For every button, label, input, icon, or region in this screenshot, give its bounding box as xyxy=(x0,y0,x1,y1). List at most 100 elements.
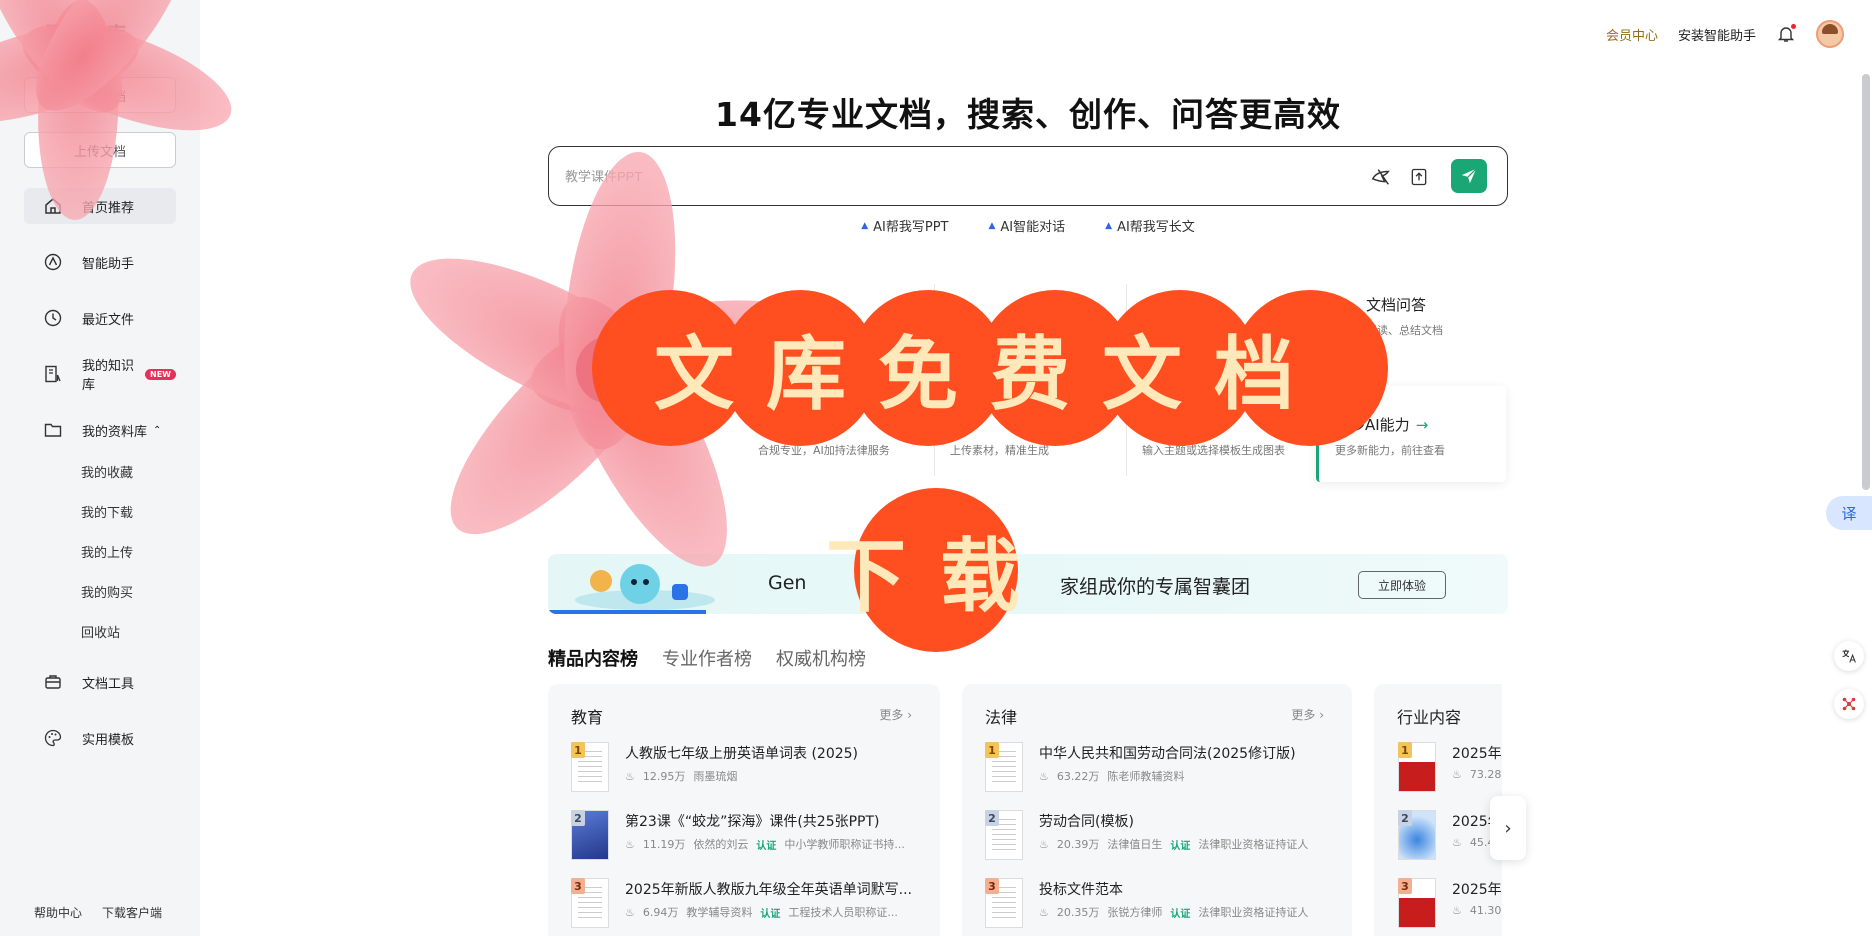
doc-meta: ♨ 20.35万 张锐方律师 认证 法律职业资格证持证人 xyxy=(1039,905,1309,920)
quick-link-longform[interactable]: ▲ AI帮我写长文 xyxy=(1105,216,1195,235)
tab-pro-authors[interactable]: 专业作者榜 xyxy=(662,645,752,671)
ranking-card-industry: 行业内容 1 2025年中 ♨73.28 2 2025年 ♨45.4 3 202… xyxy=(1374,684,1502,936)
ranking-tabs: 精品内容榜 专业作者榜 权威机构榜 xyxy=(548,645,866,671)
verified-badge: 认证 xyxy=(760,908,781,920)
list-item[interactable]: 1 中华人民共和国劳动合同法(2025修订版) ♨ 63.22万 陈老师教辅资料 xyxy=(985,742,1345,798)
new-doc-button[interactable]: 新建文档 xyxy=(24,77,176,113)
chevron-up-icon[interactable]: ⌃ xyxy=(153,425,161,436)
sub-item-favorites[interactable]: 我的收藏 xyxy=(81,462,133,481)
knowledge-icon xyxy=(44,365,62,383)
fire-icon: ♨ xyxy=(1452,768,1462,781)
send-icon xyxy=(1461,168,1477,184)
sidebar-item-assistant[interactable]: 智能助手 xyxy=(24,244,176,280)
translate-icon[interactable] xyxy=(1834,641,1864,671)
doc-thumbnail: 2 xyxy=(571,810,609,860)
feature-doc-qa-title[interactable]: 文档问答 xyxy=(1366,294,1426,315)
rank-badge: 3 xyxy=(571,878,585,894)
bell-icon[interactable] xyxy=(1776,24,1796,44)
doc-thumbnail: 3 xyxy=(985,878,1023,928)
download-client-link[interactable]: 下载客户端 xyxy=(102,904,162,921)
doc-meta: ♨ 11.19万 依然的刘云 认证 中小学教师职称证书持... xyxy=(625,837,905,852)
ranking-card-law: 法律 更多 › 1 中华人民共和国劳动合同法(2025修订版) ♨ 63.22万陈… xyxy=(962,684,1352,936)
try-now-button[interactable]: 立即体验 xyxy=(1358,571,1446,599)
folder-icon xyxy=(44,421,62,439)
rank-badge: 2 xyxy=(985,810,999,826)
doc-meta: ♨ 73.28 xyxy=(1452,768,1502,781)
tab-premium-content[interactable]: 精品内容榜 xyxy=(548,645,638,671)
fire-icon: ♨ xyxy=(1039,837,1049,851)
sub-item-uploads[interactable]: 我的上传 xyxy=(81,542,133,561)
sidebar-item-tools[interactable]: 文档工具 xyxy=(24,664,176,700)
fire-icon: ♨ xyxy=(1452,836,1462,849)
rank-badge: 3 xyxy=(985,878,999,894)
feature-legal-desc: 合规专业，AI加持法律服务 xyxy=(758,444,890,457)
network-icon[interactable] xyxy=(1834,689,1864,719)
rank-badge: 2 xyxy=(571,810,585,826)
sidebar-item-home[interactable]: 首页推荐 xyxy=(24,188,176,224)
list-item[interactable]: 1 人教版七年级上册英语单词表 (2025) ♨ 12.95万 雨墨琉烟 xyxy=(571,742,931,798)
upload-icon[interactable] xyxy=(1407,165,1431,189)
upload-doc-button[interactable]: 上传文档 xyxy=(24,132,176,168)
list-item[interactable]: 1 2025年中 ♨73.28 xyxy=(1398,742,1502,798)
assistant-icon xyxy=(44,253,62,271)
sidebar-item-library[interactable]: 我的资料库 ⌃ xyxy=(24,412,176,448)
list-item[interactable]: 3 投标文件范本 ♨ 20.35万 张锐方律师 认证 法律职业资格证持证人 xyxy=(985,878,1345,934)
logo[interactable]: 百度文库 xyxy=(46,18,126,47)
sub-item-downloads[interactable]: 我的下载 xyxy=(81,502,133,521)
card-more-link[interactable]: 更多 › xyxy=(879,706,912,723)
rank-badge: 3 xyxy=(1398,878,1412,894)
ai-bird-icon[interactable] xyxy=(1369,165,1393,189)
doc-thumbnail: 1 xyxy=(985,742,1023,792)
translate-button[interactable]: 译 xyxy=(1826,496,1872,530)
toolbox-icon xyxy=(44,673,62,691)
list-item[interactable]: 3 2025年 ♨ 41.30 xyxy=(1398,878,1502,934)
fire-icon: ♨ xyxy=(1039,905,1049,919)
next-arrow-button[interactable]: › xyxy=(1490,796,1526,860)
verified-badge: 认证 xyxy=(1170,908,1191,920)
fire-icon: ♨ xyxy=(1452,904,1462,917)
banner-progress-bar xyxy=(548,610,706,614)
sub-item-purchases[interactable]: 我的购买 xyxy=(81,582,133,601)
doc-thumbnail: 1 xyxy=(571,742,609,792)
doc-thumbnail: 3 xyxy=(1398,878,1436,928)
search-input[interactable] xyxy=(565,161,1345,191)
sidebar-item-recent[interactable]: 最近文件 xyxy=(24,300,176,336)
list-item[interactable]: 2 2025年 ♨ 45.4 xyxy=(1398,810,1502,866)
doc-title: 第23课《“蛟龙”探海》课件(共25张PPT) xyxy=(625,814,880,830)
doc-title: 人教版七年级上册英语单词表 (2025) xyxy=(625,746,859,762)
quick-link-ppt[interactable]: ▲ AI帮我写PPT xyxy=(861,216,948,235)
sidebar-item-templates[interactable]: 实用模板 xyxy=(24,720,176,756)
rank-badge: 1 xyxy=(571,742,585,758)
doc-thumbnail: 1 xyxy=(1398,742,1436,792)
sidebar-item-knowledge[interactable]: 我的知识库 NEW xyxy=(24,356,176,393)
tab-authority-orgs[interactable]: 权威机构榜 xyxy=(776,645,866,671)
doc-meta: ♨ 63.22万 陈老师教辅资料 xyxy=(1039,769,1185,784)
notification-dot xyxy=(1791,24,1796,29)
vip-center-link[interactable]: 会员中心 xyxy=(1606,25,1658,44)
list-item[interactable]: 2 劳动合同(模板) ♨ 20.39万 法律值日生 认证 法律职业资格证持证人 xyxy=(985,810,1345,866)
doc-meta: ♨ 6.94万 教学辅导资料 认证 工程技术人员职称证... xyxy=(625,905,898,920)
doc-meta: ♨ 41.30 xyxy=(1452,904,1502,917)
doc-title: 投标文件范本 xyxy=(1039,882,1123,898)
card-more-link[interactable]: 更多 › xyxy=(1291,706,1324,723)
avatar[interactable] xyxy=(1816,20,1844,48)
scrollbar[interactable] xyxy=(1862,74,1870,490)
sub-item-trash[interactable]: 回收站 xyxy=(81,622,120,641)
sidebar-item-label: 智能助手 xyxy=(82,256,135,272)
page-title: 14亿专业文档，搜索、创作、问答更高效 xyxy=(715,95,1341,134)
list-item[interactable]: 2 第23课《“蛟龙”探海》课件(共25张PPT) ♨ 11.19万 依然的刘云 认证… xyxy=(571,810,931,866)
send-button[interactable] xyxy=(1451,159,1487,193)
sidebar: 百度文库 新建文档 上传文档 首页推荐 智能助手 最近文件 我的知识库 NEW … xyxy=(0,0,200,936)
doc-thumbnail: 3 xyxy=(571,878,609,928)
ai-triangle-icon: ▲ xyxy=(988,220,996,231)
clock-icon xyxy=(44,309,62,327)
banner-text-right: 家组成你的专属智囊团 xyxy=(1060,576,1251,598)
home-icon xyxy=(44,197,62,215)
header-actions: 会员中心 安装智能助手 xyxy=(1606,20,1844,48)
help-center-link[interactable]: 帮助中心 xyxy=(34,904,82,921)
verified-badge: 认证 xyxy=(1170,840,1191,852)
install-assistant-link[interactable]: 安装智能助手 xyxy=(1678,25,1756,44)
quick-link-chat[interactable]: ▲ AI智能对话 xyxy=(988,216,1065,235)
list-item[interactable]: 3 2025年新版人教版九年级全年英语单词默写... ♨ 6.94万 教学辅导资料认… xyxy=(571,878,931,934)
fire-icon: ♨ xyxy=(625,837,635,851)
